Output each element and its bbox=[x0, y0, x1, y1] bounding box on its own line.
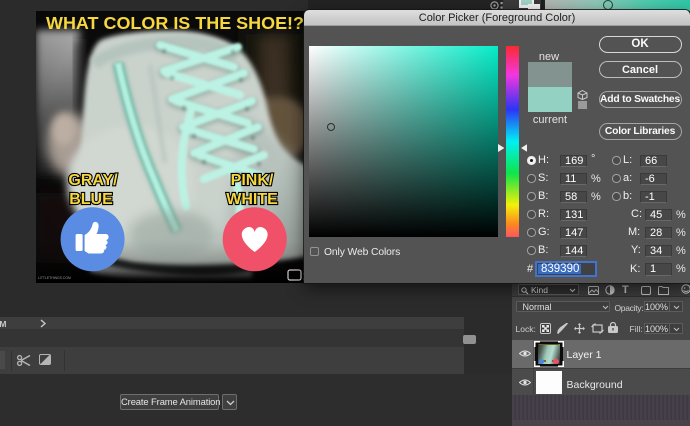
svg-text:GRAY/: GRAY/ bbox=[68, 172, 118, 189]
svg-text:WHITE: WHITE bbox=[226, 191, 278, 208]
svg-text:PINK/: PINK/ bbox=[231, 172, 274, 189]
svg-text:BLUE: BLUE bbox=[69, 191, 113, 208]
svg-text:LITTLETHINGS.COM: LITTLETHINGS.COM bbox=[38, 276, 71, 280]
svg-text:WHAT COLOR IS THE SHOE!?: WHAT COLOR IS THE SHOE!? bbox=[46, 13, 304, 33]
